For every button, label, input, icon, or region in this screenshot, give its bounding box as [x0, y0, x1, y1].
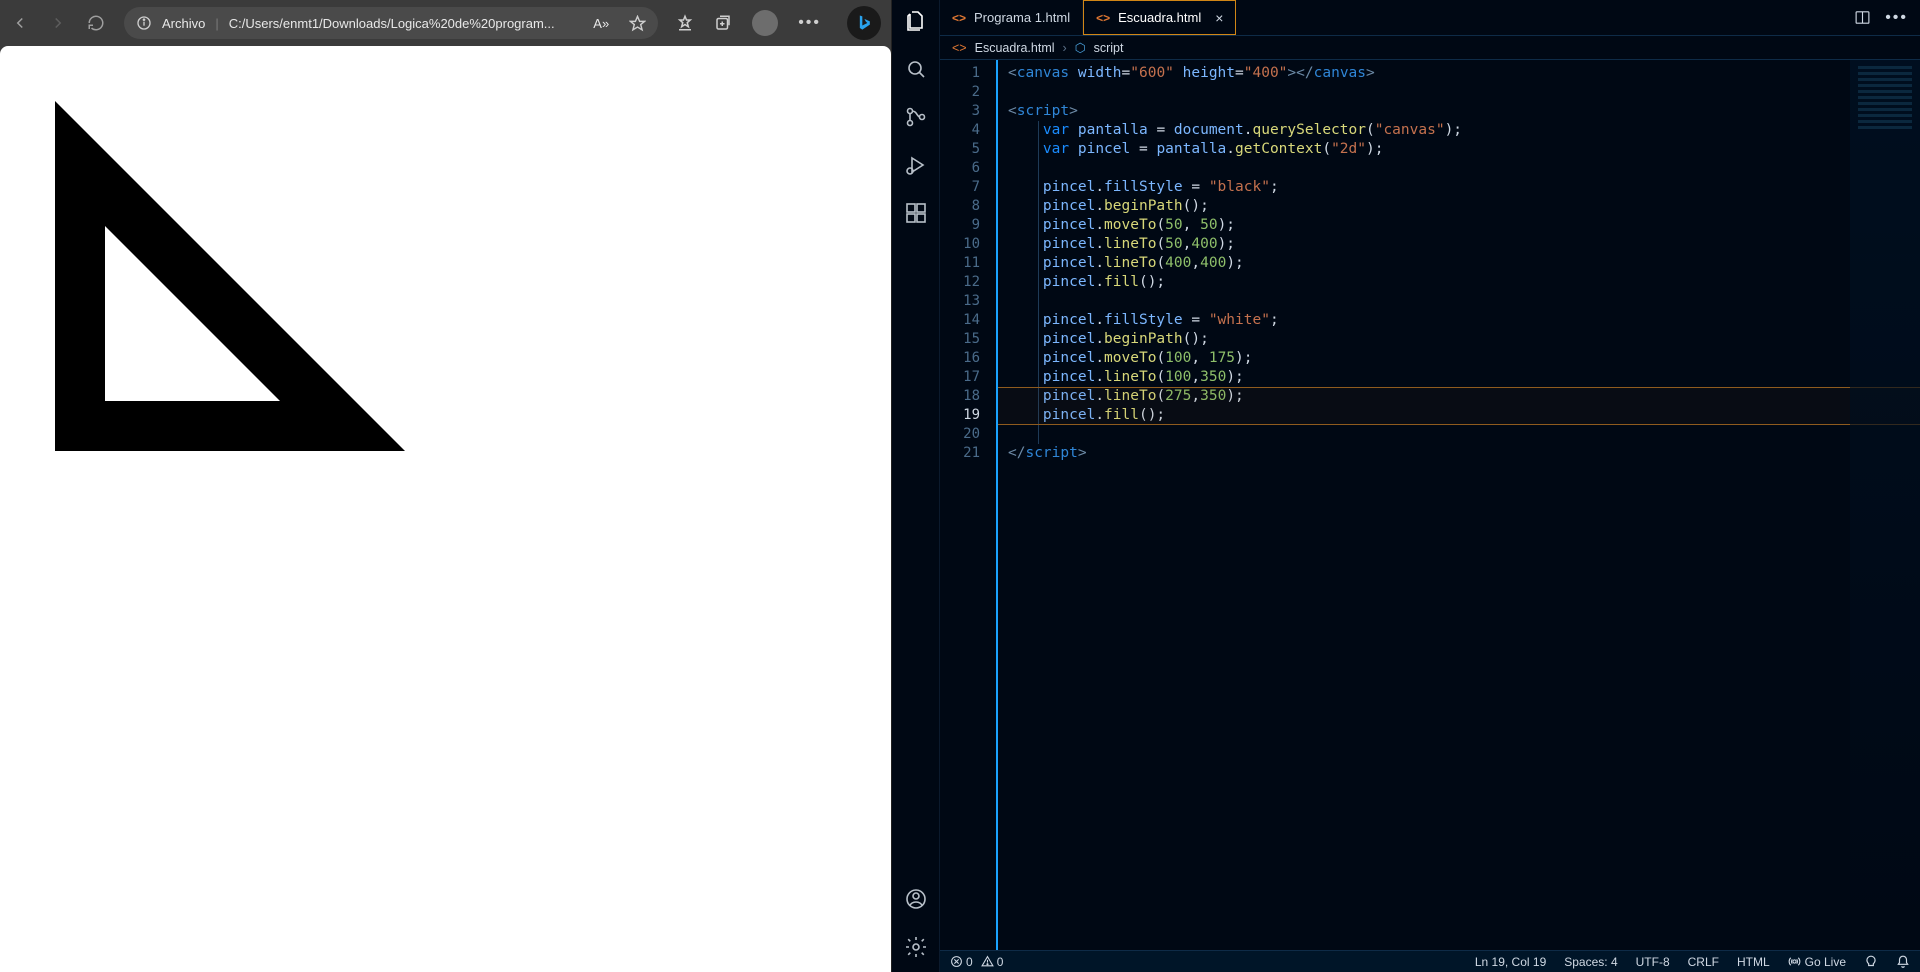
split-editor-icon[interactable] [1854, 9, 1871, 26]
tab-label: Programa 1.html [974, 10, 1070, 25]
minimap[interactable] [1850, 60, 1920, 950]
eol-status[interactable]: CRLF [1688, 955, 1719, 969]
breadcrumb-file: Escuadra.html [975, 41, 1055, 55]
chevron-right-icon: › [1063, 41, 1067, 55]
notifications-icon[interactable] [1896, 955, 1910, 969]
settings-icon[interactable] [903, 934, 929, 960]
toolbar-actions: ••• [676, 6, 881, 40]
tab-programa1[interactable]: <> Programa 1.html [940, 0, 1083, 35]
forward-button[interactable] [48, 13, 68, 33]
breadcrumb-segment: script [1094, 41, 1124, 55]
favorite-icon[interactable] [629, 15, 646, 32]
collections-icon[interactable] [714, 14, 732, 32]
language-status[interactable]: HTML [1737, 955, 1770, 969]
encoding-status[interactable]: UTF-8 [1636, 955, 1670, 969]
status-bar: 0 0 Ln 19, Col 19 Spaces: 4 UTF-8 CRLF H… [940, 950, 1920, 972]
read-aloud-icon[interactable]: A» [593, 16, 609, 31]
extensions-icon[interactable] [903, 200, 929, 226]
profile-icon[interactable] [752, 10, 778, 36]
address-bar[interactable]: Archivo | C:/Users/enmt1/Downloads/Logic… [124, 7, 658, 39]
indent-status[interactable]: Spaces: 4 [1564, 955, 1617, 969]
html-file-icon: <> [952, 11, 966, 25]
more-icon[interactable]: ••• [798, 14, 821, 32]
favorites-list-icon[interactable] [676, 14, 694, 32]
archivo-label: Archivo [162, 16, 205, 31]
symbol-icon: ⬡ [1075, 40, 1086, 55]
warnings-icon[interactable]: 0 [981, 955, 1004, 969]
canvas-output [5, 51, 605, 451]
page-content [0, 46, 891, 972]
feedback-icon[interactable] [1864, 955, 1878, 969]
more-actions-icon[interactable]: ••• [1885, 9, 1908, 27]
source-control-icon[interactable] [903, 104, 929, 130]
html-file-icon: <> [1096, 11, 1110, 25]
go-live-button[interactable]: Go Live [1788, 955, 1846, 969]
breadcrumb[interactable]: <> Escuadra.html › ⬡ script [940, 36, 1920, 60]
vscode-window: <> Programa 1.html <> Escuadra.html × ••… [891, 0, 1920, 972]
separator: | [215, 16, 218, 31]
url-text: C:/Users/enmt1/Downloads/Logica%20de%20p… [229, 16, 555, 31]
back-button[interactable] [10, 13, 30, 33]
activity-bar [892, 0, 940, 972]
info-icon[interactable] [136, 15, 152, 31]
run-debug-icon[interactable] [903, 152, 929, 178]
account-icon[interactable] [903, 886, 929, 912]
editor[interactable]: 123456789101112131415161718192021 <canva… [940, 60, 1920, 950]
html-file-icon: <> [952, 41, 967, 55]
editor-area: <> Programa 1.html <> Escuadra.html × ••… [940, 0, 1920, 972]
search-icon[interactable] [903, 56, 929, 82]
tab-bar: <> Programa 1.html <> Escuadra.html × ••… [940, 0, 1920, 36]
line-number-gutter: 123456789101112131415161718192021 [940, 60, 996, 950]
errors-icon[interactable]: 0 [950, 955, 973, 969]
browser-toolbar: Archivo | C:/Users/enmt1/Downloads/Logic… [0, 0, 891, 46]
close-icon[interactable]: × [1215, 10, 1223, 26]
bing-icon[interactable] [847, 6, 881, 40]
tab-actions: ••• [1842, 0, 1920, 35]
tab-escuadra[interactable]: <> Escuadra.html × [1083, 0, 1236, 35]
edge-browser: Archivo | C:/Users/enmt1/Downloads/Logic… [0, 0, 891, 972]
explorer-icon[interactable] [903, 8, 929, 34]
cursor-position[interactable]: Ln 19, Col 19 [1475, 955, 1546, 969]
refresh-button[interactable] [86, 13, 106, 33]
tab-label: Escuadra.html [1118, 10, 1201, 25]
code-content[interactable]: <canvas width="600" height="400"></canva… [996, 60, 1920, 950]
